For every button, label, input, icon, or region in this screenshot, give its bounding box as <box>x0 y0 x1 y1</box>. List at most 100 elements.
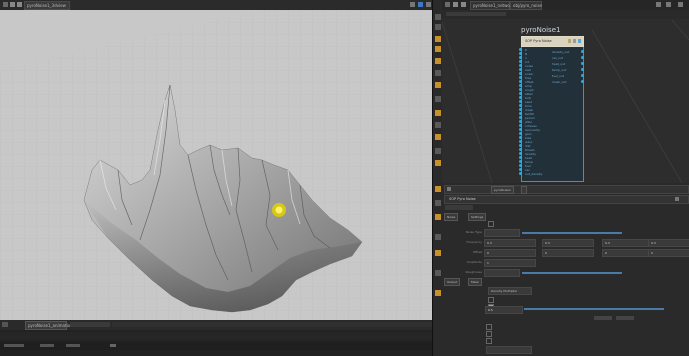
node-header[interactable]: SOP Pyro Noise <box>521 36 584 47</box>
param-field[interactable]: 0.3 <box>602 239 654 247</box>
wireframe-icon[interactable] <box>435 148 441 154</box>
tab-output[interactable]: Output <box>444 278 461 286</box>
input-port[interactable] <box>519 160 522 163</box>
frame-end-field[interactable] <box>40 344 54 347</box>
display-mode-icon[interactable] <box>435 134 441 140</box>
input-port[interactable] <box>519 100 522 103</box>
param-field[interactable] <box>484 229 520 237</box>
param-field[interactable]: 0 <box>484 249 536 257</box>
remap-checkbox[interactable] <box>486 338 492 344</box>
input-port[interactable] <box>519 144 522 147</box>
brush-tool-icon[interactable] <box>435 82 441 88</box>
input-port[interactable] <box>519 48 522 51</box>
input-port[interactable] <box>519 136 522 139</box>
input-port[interactable] <box>519 132 522 135</box>
enable-checkbox[interactable] <box>488 221 494 227</box>
bypass-flag-icon[interactable] <box>568 39 571 43</box>
input-port[interactable] <box>519 52 522 55</box>
terrain-scene[interactable] <box>0 10 432 320</box>
input-port[interactable] <box>519 116 522 119</box>
invert-checkbox[interactable] <box>488 297 494 303</box>
mask-value-field[interactable]: 0.5 <box>485 306 523 314</box>
help-icon[interactable] <box>675 197 679 201</box>
scale-tool-icon[interactable] <box>435 46 441 52</box>
output-port[interactable] <box>581 68 584 71</box>
network-menu-items[interactable] <box>446 12 506 16</box>
param-slider[interactable] <box>522 272 622 274</box>
output-type-dropdown[interactable]: Density Multiplier <box>488 287 532 295</box>
frame-ruler[interactable] <box>112 322 432 327</box>
clamp-checkbox[interactable] <box>486 331 492 337</box>
frame-current-field[interactable] <box>66 344 80 347</box>
param-field[interactable] <box>484 269 520 277</box>
tab-parameters[interactable]: pyroNoise1 <box>491 186 514 194</box>
input-port[interactable] <box>519 152 522 155</box>
input-port[interactable] <box>519 88 522 91</box>
input-port[interactable] <box>519 72 522 75</box>
pin-icon[interactable] <box>656 2 661 7</box>
back-icon[interactable] <box>10 2 15 7</box>
playbar-controls[interactable] <box>70 322 110 327</box>
mask-slider[interactable] <box>524 308 664 310</box>
path-breadcrumb[interactable]: obj/pyro_noise <box>510 1 542 10</box>
input-port[interactable] <box>519 112 522 115</box>
output-port[interactable] <box>581 50 584 53</box>
param-field[interactable]: 0 <box>648 249 689 257</box>
render-icon[interactable] <box>435 250 441 256</box>
output-port[interactable] <box>581 80 584 83</box>
split-icon[interactable] <box>666 2 671 7</box>
param-slider[interactable] <box>522 232 622 234</box>
forward-icon[interactable] <box>461 2 466 7</box>
input-port[interactable] <box>519 60 522 63</box>
tab-mask[interactable]: Mask <box>468 278 482 286</box>
output-name-field[interactable] <box>486 346 532 354</box>
tab-noise[interactable]: Noise <box>444 213 459 221</box>
input-port[interactable] <box>519 76 522 79</box>
link-icon[interactable] <box>418 2 423 7</box>
light-icon[interactable] <box>435 122 441 128</box>
display-icon[interactable] <box>2 322 8 327</box>
shaded-icon[interactable] <box>435 160 441 166</box>
camera-icon[interactable] <box>435 110 441 116</box>
input-port[interactable] <box>519 68 522 71</box>
pivot-icon[interactable] <box>435 200 441 206</box>
flipbook-icon[interactable] <box>435 290 441 296</box>
grid-icon[interactable] <box>435 214 441 220</box>
param-field[interactable]: 1 <box>484 259 536 267</box>
input-port[interactable] <box>519 104 522 107</box>
input-port[interactable] <box>519 124 522 127</box>
input-port[interactable] <box>519 172 522 175</box>
tab-geometry[interactable] <box>521 186 527 194</box>
param-field[interactable]: 0 <box>542 249 594 257</box>
timeline-track[interactable] <box>0 332 432 340</box>
mask-channel-field[interactable] <box>594 316 612 320</box>
falloff-checkbox[interactable] <box>486 324 492 330</box>
move-tool-icon[interactable] <box>435 24 441 30</box>
output-port[interactable] <box>581 74 584 77</box>
input-port[interactable] <box>519 96 522 99</box>
input-port[interactable] <box>519 80 522 83</box>
tab-viewport[interactable]: pyroNoise1_3dview <box>24 1 70 10</box>
snap-icon[interactable] <box>435 70 441 76</box>
menu-icon[interactable] <box>445 2 450 7</box>
rotate-tool-icon[interactable] <box>435 36 441 42</box>
timeline-keys[interactable] <box>0 342 432 350</box>
param-field[interactable]: 0.3 <box>542 239 594 247</box>
input-port[interactable] <box>519 164 522 167</box>
input-port[interactable] <box>519 120 522 123</box>
input-port[interactable] <box>519 128 522 131</box>
input-port[interactable] <box>519 64 522 67</box>
preset-button[interactable] <box>445 205 473 210</box>
lock-flag-icon[interactable] <box>573 39 576 43</box>
close-icon[interactable] <box>678 2 683 7</box>
output-port[interactable] <box>581 56 584 59</box>
tab-settings[interactable]: Settings <box>468 213 487 221</box>
input-port[interactable] <box>519 140 522 143</box>
ghost-icon[interactable] <box>435 186 441 192</box>
input-port[interactable] <box>519 56 522 59</box>
back-icon[interactable] <box>453 2 458 7</box>
input-port[interactable] <box>519 156 522 159</box>
frame-icon[interactable] <box>435 234 441 240</box>
input-port[interactable] <box>519 84 522 87</box>
viewport-3d[interactable]: pyroNoise1_3dview pyroNoise1_animation <box>0 0 432 330</box>
